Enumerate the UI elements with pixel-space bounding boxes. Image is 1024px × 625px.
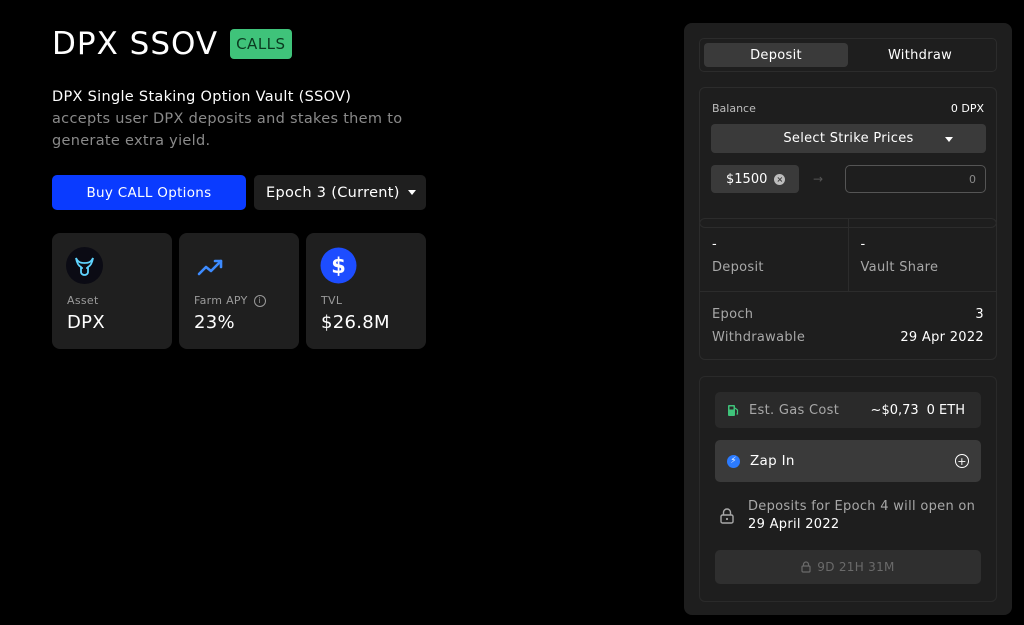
epoch-row: Epoch 3 bbox=[712, 307, 984, 322]
countdown-text: 9D 21H 31M bbox=[817, 560, 895, 574]
notice-text: Deposits for Epoch 4 will open on 29 Apr… bbox=[748, 498, 975, 534]
strike-chip[interactable]: $1500 × bbox=[711, 165, 799, 193]
select-strike-prices-dropdown[interactable]: Select Strike Prices bbox=[711, 124, 986, 153]
tab-deposit[interactable]: Deposit bbox=[704, 43, 848, 67]
buy-call-options-button[interactable]: Buy CALL Options bbox=[52, 175, 246, 210]
gas-cost-usd: ~$0,73 bbox=[870, 402, 919, 418]
tvl-label: TVL bbox=[321, 294, 343, 307]
dollar-icon: $ bbox=[320, 247, 357, 284]
withdrawable-label: Withdrawable bbox=[712, 330, 806, 345]
plus-circle-icon[interactable]: + bbox=[955, 454, 969, 468]
lightning-icon: ⚡ bbox=[727, 454, 740, 468]
asset-value: DPX bbox=[67, 312, 105, 333]
epoch-select-label: Epoch 3 (Current) bbox=[266, 184, 400, 201]
gas-cost-eth: 0 ETH bbox=[926, 402, 965, 418]
vault-share-label: Vault Share bbox=[860, 260, 939, 275]
page-title: DPX SSOV bbox=[52, 26, 219, 62]
balance-label: Balance bbox=[712, 102, 756, 115]
vault-description: DPX Single Staking Option Vault (SSOV) a… bbox=[52, 86, 432, 152]
description-rest: accepts user DPX deposits and stakes the… bbox=[52, 111, 403, 149]
caret-down-icon bbox=[945, 137, 953, 142]
gas-cost-row: Est. Gas Cost ~$0,73 0 ETH bbox=[715, 392, 981, 428]
deposit-summary: - Deposit bbox=[700, 219, 849, 291]
tab-withdraw[interactable]: Withdraw bbox=[848, 43, 992, 67]
countdown-button[interactable]: 9D 21H 31M bbox=[715, 550, 981, 584]
panel-tabs: Deposit Withdraw bbox=[699, 38, 997, 72]
calls-badge: CALLS bbox=[230, 29, 292, 59]
action-box: Est. Gas Cost ~$0,73 0 ETH ⚡ Zap In + De… bbox=[699, 376, 997, 602]
tvl-card: $ TVL $26.8M bbox=[306, 233, 426, 349]
vault-share-value: - bbox=[860, 237, 866, 252]
farm-apy-label: Farm APY i bbox=[194, 294, 266, 307]
asset-card: Asset DPX bbox=[52, 233, 172, 349]
epoch-row-value: 3 bbox=[975, 307, 984, 322]
lock-icon bbox=[801, 561, 811, 573]
caret-down-icon bbox=[407, 190, 416, 195]
position-summary-box: - Deposit - Vault Share Epoch 3 Withdraw… bbox=[699, 218, 997, 360]
deposit-input-box: Balance 0 DPX Select Strike Prices $1500… bbox=[699, 87, 997, 228]
withdrawable-row: Withdrawable 29 Apr 2022 bbox=[712, 330, 984, 345]
epoch-select[interactable]: Epoch 3 (Current) bbox=[254, 175, 426, 210]
withdrawable-value: 29 Apr 2022 bbox=[900, 330, 984, 345]
deposit-summary-value: - bbox=[712, 237, 717, 252]
zap-in-button[interactable]: ⚡ Zap In + bbox=[715, 440, 981, 482]
farm-apy-value: 23% bbox=[194, 312, 235, 333]
svg-text:$: $ bbox=[331, 254, 346, 278]
deposit-summary-label: Deposit bbox=[712, 260, 764, 275]
farm-apy-label-text: Farm APY bbox=[194, 294, 248, 307]
strike-select-label: Select Strike Prices bbox=[783, 131, 914, 146]
lock-icon bbox=[720, 508, 734, 524]
dpx-token-icon bbox=[66, 247, 103, 284]
notice-text-a: Deposits for Epoch 4 will open on bbox=[748, 499, 976, 514]
strike-chip-value: $1500 bbox=[726, 171, 768, 187]
remove-icon[interactable]: × bbox=[774, 173, 786, 185]
description-lead: DPX Single Staking Option Vault (SSOV) bbox=[52, 89, 352, 105]
asset-label: Asset bbox=[67, 294, 99, 307]
deposit-notice: Deposits for Epoch 4 will open on 29 Apr… bbox=[720, 498, 980, 534]
title-row: DPX SSOV CALLS bbox=[52, 26, 292, 62]
epoch-row-label: Epoch bbox=[712, 307, 754, 322]
deposit-amount-input[interactable] bbox=[845, 165, 986, 193]
deposit-panel: Deposit Withdraw Balance 0 DPX Select St… bbox=[684, 23, 1012, 615]
zap-in-label: Zap In bbox=[750, 453, 795, 469]
vault-share-summary: - Vault Share bbox=[849, 219, 997, 291]
balance-row: Balance 0 DPX bbox=[712, 102, 984, 115]
balance-value: 0 DPX bbox=[950, 102, 984, 115]
summary-split: - Deposit - Vault Share bbox=[700, 219, 996, 292]
gas-cost-label: Est. Gas Cost bbox=[749, 402, 840, 418]
info-icon[interactable]: i bbox=[253, 294, 266, 307]
notice-text-b: 29 April 2022 bbox=[748, 517, 840, 532]
arrow-right-icon: → bbox=[813, 172, 824, 186]
trending-up-icon bbox=[197, 259, 223, 276]
gas-pump-icon bbox=[728, 404, 739, 416]
tvl-value: $26.8M bbox=[321, 312, 390, 333]
farm-apy-card: Farm APY i 23% bbox=[179, 233, 299, 349]
